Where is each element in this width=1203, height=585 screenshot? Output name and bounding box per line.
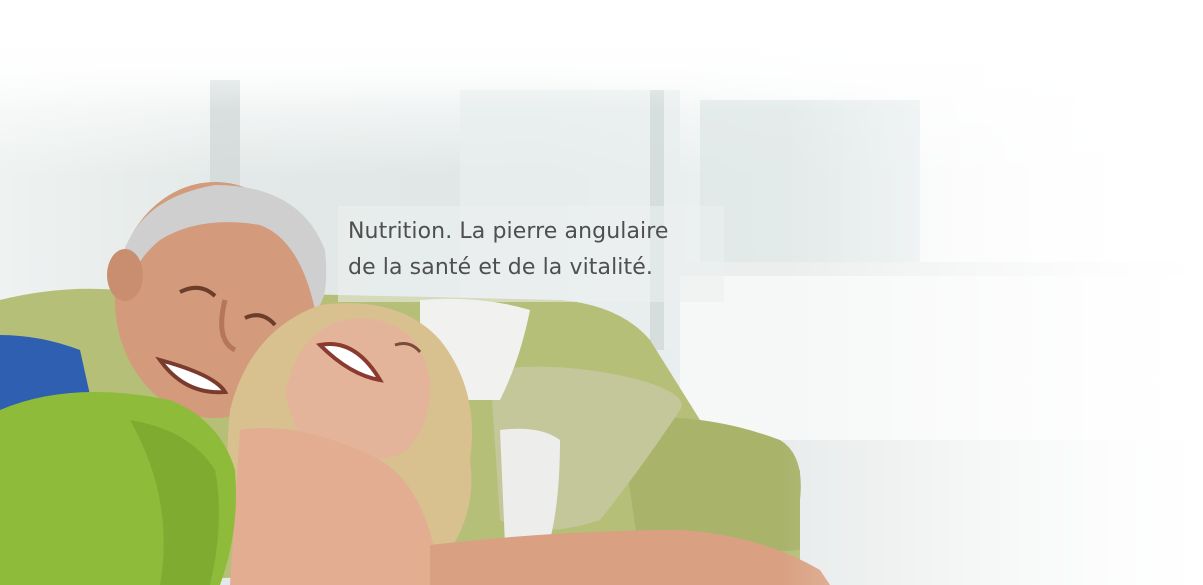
tagline-line-2: de la santé et de la vitalité. [348,255,653,280]
cushion-white-2 [500,428,560,545]
right-fade-overlay [783,0,1203,585]
man-ear [107,249,143,301]
hero-tagline: Nutrition. La pierre angulaire de la san… [348,214,669,286]
tagline-line-1: Nutrition. La pierre angulaire [348,219,669,244]
hero-banner: Nutrition. La pierre angulaire de la san… [0,0,1203,585]
